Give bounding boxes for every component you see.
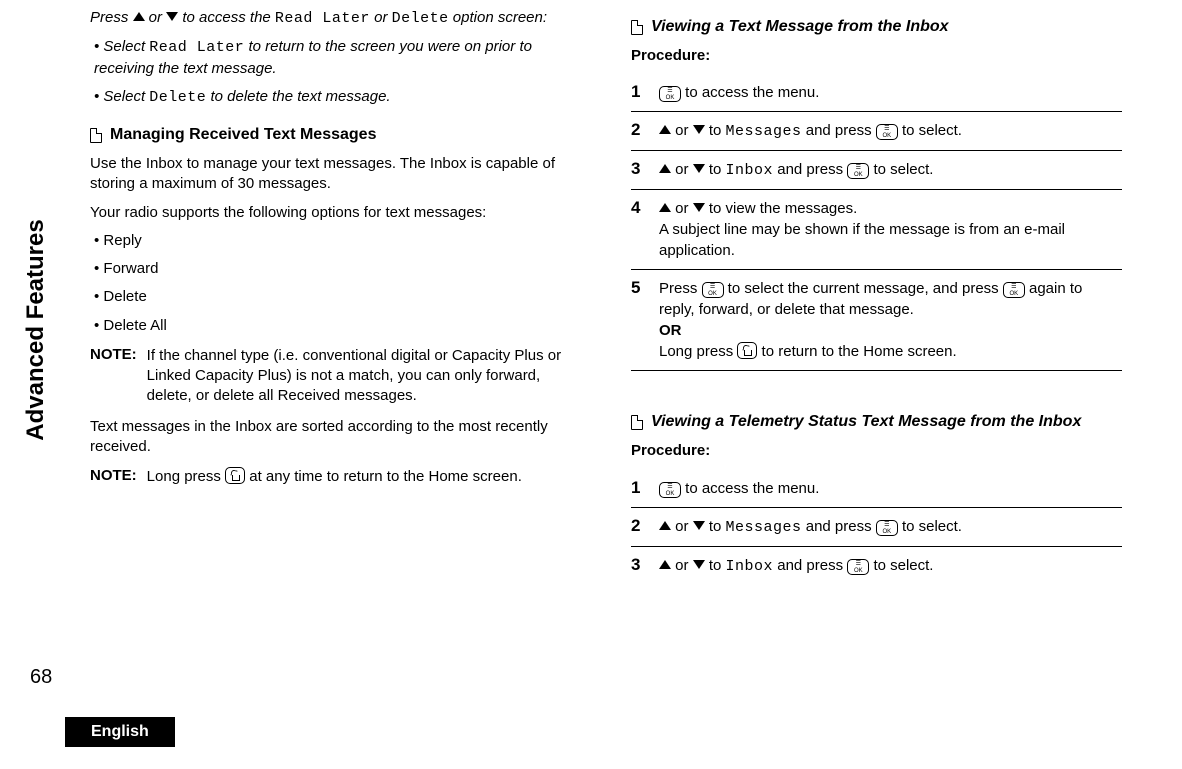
opt-delete: Delete (94, 287, 581, 307)
note-label: NOTE: (90, 467, 137, 487)
page-number: 68 (30, 666, 52, 689)
step-2: 2 or to Messages and press ☰OK to select… (631, 112, 1122, 150)
heading-managing: Managing Received Text Messages (90, 126, 581, 144)
down-arrow-icon (693, 164, 705, 173)
language-tag: English (65, 717, 175, 747)
note-body: Long press at any time to return to the … (147, 467, 522, 487)
ok-button-icon: ☰OK (876, 520, 898, 536)
step-1: 1 ☰OK to access the menu. (631, 74, 1122, 111)
document-icon (631, 20, 643, 35)
up-arrow-icon (659, 125, 671, 134)
heading-view-text: Viewing a Text Message from the Inbox (631, 18, 1122, 36)
two-column-layout: Press or to access the Read Later or Del… (80, 0, 1122, 585)
sort-info: Text messages in the Inbox are sorted ac… (90, 417, 581, 458)
ok-button-icon: ☰OK (1003, 282, 1025, 298)
home-button-icon (737, 342, 757, 359)
bullet-read-later: Select Read Later to return to the scree… (94, 37, 581, 79)
page: Advanced Features Press or to access the… (0, 0, 1182, 769)
options-intro: Your radio supports the following option… (90, 203, 581, 223)
left-column: Press or to access the Read Later or Del… (80, 0, 581, 585)
step-3b: 3 or to Inbox and press ☰OK to select. (631, 547, 1122, 585)
step-5: 5 Press ☰OK to select the current messag… (631, 270, 1122, 370)
options-list: Reply Forward Delete Delete All (90, 231, 581, 336)
ok-button-icon: ☰OK (847, 559, 869, 575)
document-icon (631, 415, 643, 430)
down-arrow-icon (693, 203, 705, 212)
up-arrow-icon (659, 521, 671, 530)
opt-delete-all: Delete All (94, 316, 581, 336)
inbox-capacity: Use the Inbox to manage your text messag… (90, 154, 581, 195)
step-3: 3 or to Inbox and press ☰OK to select. (631, 151, 1122, 189)
document-icon (90, 128, 102, 143)
right-column: Viewing a Text Message from the Inbox Pr… (631, 0, 1122, 585)
step-4: 4 or to view the messages. A subject lin… (631, 190, 1122, 269)
step-1b: 1 ☰OK to access the menu. (631, 470, 1122, 507)
down-arrow-icon (166, 12, 178, 21)
note-body: If the channel type (i.e. conventional d… (147, 346, 581, 407)
ok-button-icon: ☰OK (702, 282, 724, 298)
down-arrow-icon (693, 560, 705, 569)
down-arrow-icon (693, 521, 705, 530)
note-home: NOTE: Long press at any time to return t… (90, 467, 581, 487)
heading-view-telemetry: Viewing a Telemetry Status Text Message … (631, 413, 1122, 431)
intro-paragraph: Press or to access the Read Later or Del… (90, 8, 581, 29)
section-title-vertical: Advanced Features (22, 109, 50, 330)
up-arrow-icon (659, 203, 671, 212)
step-2b: 2 or to Messages and press ☰OK to select… (631, 508, 1122, 546)
option-bullets: Select Read Later to return to the scree… (90, 37, 581, 108)
ok-button-icon: ☰OK (847, 163, 869, 179)
up-arrow-icon (133, 12, 145, 21)
up-arrow-icon (659, 164, 671, 173)
ok-button-icon: ☰OK (876, 124, 898, 140)
down-arrow-icon (693, 125, 705, 134)
procedure-label: Procedure: (631, 441, 1122, 461)
opt-reply: Reply (94, 231, 581, 251)
ok-button-icon: ☰OK (659, 86, 681, 102)
note-label: NOTE: (90, 346, 137, 407)
opt-forward: Forward (94, 259, 581, 279)
note-channel-type: NOTE: If the channel type (i.e. conventi… (90, 346, 581, 407)
home-button-icon (225, 467, 245, 484)
bullet-delete: Select Delete to delete the text message… (94, 87, 581, 108)
procedure-label: Procedure: (631, 46, 1122, 66)
ok-button-icon: ☰OK (659, 482, 681, 498)
up-arrow-icon (659, 560, 671, 569)
